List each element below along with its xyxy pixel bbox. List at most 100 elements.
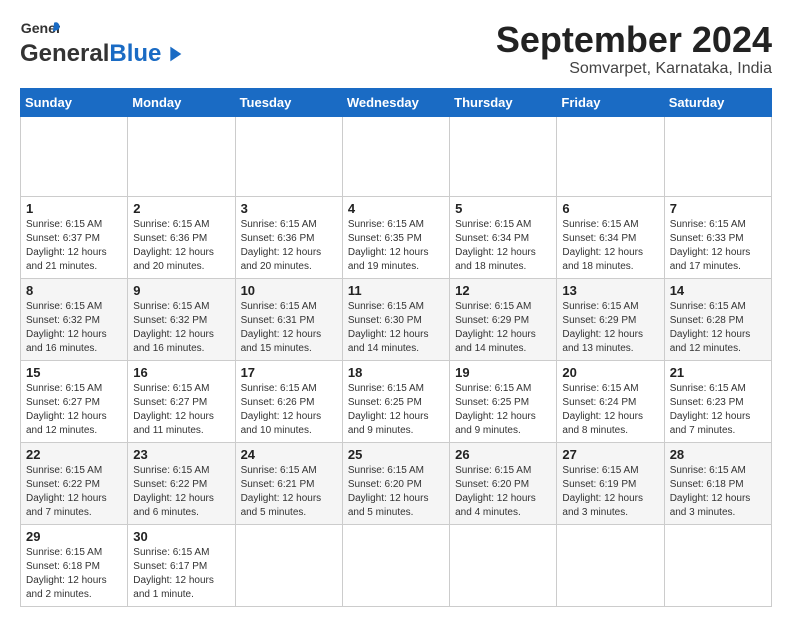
- calendar-cell: 24 Sunrise: 6:15 AMSunset: 6:21 PMDayligh…: [235, 442, 342, 524]
- cell-info: Sunrise: 6:15 AMSunset: 6:18 PMDaylight:…: [670, 464, 766, 520]
- cell-info: Sunrise: 6:15 AMSunset: 6:23 PMDaylight:…: [670, 382, 766, 438]
- cell-info: Sunrise: 6:15 AMSunset: 6:34 PMDaylight:…: [562, 218, 658, 274]
- day-header-monday: Monday: [128, 88, 235, 116]
- day-number: 11: [348, 283, 444, 298]
- day-number: 13: [562, 283, 658, 298]
- day-number: 30: [133, 529, 229, 544]
- calendar-cell: 3 Sunrise: 6:15 AMSunset: 6:36 PMDaylight…: [235, 196, 342, 278]
- cell-info: Sunrise: 6:15 AMSunset: 6:21 PMDaylight:…: [241, 464, 337, 520]
- cell-info: Sunrise: 6:15 AMSunset: 6:37 PMDaylight:…: [26, 218, 122, 274]
- calendar-cell: 26Sunrise: 6:15 AMSunset: 6:20 PMDayligh…: [450, 442, 557, 524]
- logo-icon: General: [20, 20, 60, 38]
- cell-info: Sunrise: 6:15 AMSunset: 6:20 PMDaylight:…: [348, 464, 444, 520]
- calendar-cell: 22 Sunrise: 6:15 AMSunset: 6:22 PMDayligh…: [21, 442, 128, 524]
- calendar-cell: 5Sunrise: 6:15 AMSunset: 6:34 PMDaylight…: [450, 196, 557, 278]
- cell-info: Sunrise: 6:15 AMSunset: 6:32 PMDaylight:…: [26, 300, 122, 356]
- calendar-cell: 8Sunrise: 6:15 AMSunset: 6:32 PMDaylight…: [21, 278, 128, 360]
- page-header: General General Blue September 2024 Somv…: [20, 20, 772, 78]
- calendar-cell: 28 Sunrise: 6:15 AMSunset: 6:18 PMDayligh…: [664, 442, 771, 524]
- day-header-sunday: Sunday: [21, 88, 128, 116]
- calendar-cell: [342, 524, 449, 606]
- day-number: 23: [133, 447, 229, 462]
- day-number: 14: [670, 283, 766, 298]
- calendar-table: SundayMondayTuesdayWednesdayThursdayFrid…: [20, 88, 772, 607]
- day-number: 29: [26, 529, 122, 544]
- day-number: 28: [670, 447, 766, 462]
- cell-info: Sunrise: 6:15 AMSunset: 6:27 PMDaylight:…: [133, 382, 229, 438]
- day-number: 21: [670, 365, 766, 380]
- calendar-cell: [664, 116, 771, 196]
- cell-info: Sunrise: 6:15 AMSunset: 6:29 PMDaylight:…: [562, 300, 658, 356]
- calendar-cell: 25Sunrise: 6:15 AMSunset: 6:20 PMDayligh…: [342, 442, 449, 524]
- day-number: 18: [348, 365, 444, 380]
- calendar-header: SundayMondayTuesdayWednesdayThursdayFrid…: [21, 88, 772, 116]
- logo-general-text: General: [20, 40, 109, 68]
- cell-info: Sunrise: 6:15 AMSunset: 6:36 PMDaylight:…: [241, 218, 337, 274]
- calendar-cell: [664, 524, 771, 606]
- cell-info: Sunrise: 6:15 AMSunset: 6:27 PMDaylight:…: [26, 382, 122, 438]
- day-number: 10: [241, 283, 337, 298]
- logo-arrow-icon: [163, 43, 185, 65]
- day-header-saturday: Saturday: [664, 88, 771, 116]
- month-title: September 2024: [496, 20, 772, 60]
- day-number: 24: [241, 447, 337, 462]
- cell-info: Sunrise: 6:15 AMSunset: 6:34 PMDaylight:…: [455, 218, 551, 274]
- cell-info: Sunrise: 6:15 AMSunset: 6:17 PMDaylight:…: [133, 546, 229, 602]
- logo-blue-text: Blue: [109, 40, 161, 68]
- day-number: 16: [133, 365, 229, 380]
- cell-info: Sunrise: 6:15 AMSunset: 6:35 PMDaylight:…: [348, 218, 444, 274]
- calendar-cell: [450, 524, 557, 606]
- day-header-tuesday: Tuesday: [235, 88, 342, 116]
- day-number: 4: [348, 201, 444, 216]
- cell-info: Sunrise: 6:15 AMSunset: 6:28 PMDaylight:…: [670, 300, 766, 356]
- calendar-cell: 20Sunrise: 6:15 AMSunset: 6:24 PMDayligh…: [557, 360, 664, 442]
- calendar-cell: 7 Sunrise: 6:15 AMSunset: 6:33 PMDaylight…: [664, 196, 771, 278]
- calendar-cell: [235, 524, 342, 606]
- cell-info: Sunrise: 6:15 AMSunset: 6:36 PMDaylight:…: [133, 218, 229, 274]
- day-number: 27: [562, 447, 658, 462]
- day-number: 19: [455, 365, 551, 380]
- calendar-cell: 1 Sunrise: 6:15 AMSunset: 6:37 PMDaylight…: [21, 196, 128, 278]
- day-number: 15: [26, 365, 122, 380]
- day-number: 20: [562, 365, 658, 380]
- cell-info: Sunrise: 6:15 AMSunset: 6:33 PMDaylight:…: [670, 218, 766, 274]
- calendar-cell: 18 Sunrise: 6:15 AMSunset: 6:25 PMDayligh…: [342, 360, 449, 442]
- day-number: 22: [26, 447, 122, 462]
- calendar-cell: [450, 116, 557, 196]
- calendar-cell: 19Sunrise: 6:15 AMSunset: 6:25 PMDayligh…: [450, 360, 557, 442]
- calendar-cell: 11 Sunrise: 6:15 AMSunset: 6:30 PMDayligh…: [342, 278, 449, 360]
- day-header-thursday: Thursday: [450, 88, 557, 116]
- calendar-cell: 12Sunrise: 6:15 AMSunset: 6:29 PMDayligh…: [450, 278, 557, 360]
- calendar-cell: 29 Sunrise: 6:15 AMSunset: 6:18 PMDayligh…: [21, 524, 128, 606]
- calendar-cell: 21 Sunrise: 6:15 AMSunset: 6:23 PMDayligh…: [664, 360, 771, 442]
- calendar-cell: [557, 524, 664, 606]
- day-number: 2: [133, 201, 229, 216]
- calendar-cell: 9Sunrise: 6:15 AMSunset: 6:32 PMDaylight…: [128, 278, 235, 360]
- day-number: 7: [670, 201, 766, 216]
- cell-info: Sunrise: 6:15 AMSunset: 6:22 PMDaylight:…: [133, 464, 229, 520]
- day-number: 12: [455, 283, 551, 298]
- day-number: 3: [241, 201, 337, 216]
- calendar-cell: 6Sunrise: 6:15 AMSunset: 6:34 PMDaylight…: [557, 196, 664, 278]
- calendar-cell: 4 Sunrise: 6:15 AMSunset: 6:35 PMDaylight…: [342, 196, 449, 278]
- calendar-cell: [557, 116, 664, 196]
- day-header-wednesday: Wednesday: [342, 88, 449, 116]
- cell-info: Sunrise: 6:15 AMSunset: 6:22 PMDaylight:…: [26, 464, 122, 520]
- calendar-cell: 2 Sunrise: 6:15 AMSunset: 6:36 PMDaylight…: [128, 196, 235, 278]
- calendar-cell: 27 Sunrise: 6:15 AMSunset: 6:19 PMDayligh…: [557, 442, 664, 524]
- title-block: September 2024 Somvarpet, Karnataka, Ind…: [496, 20, 772, 78]
- cell-info: Sunrise: 6:15 AMSunset: 6:18 PMDaylight:…: [26, 546, 122, 602]
- calendar-cell: [342, 116, 449, 196]
- calendar-cell: [235, 116, 342, 196]
- cell-info: Sunrise: 6:15 AMSunset: 6:19 PMDaylight:…: [562, 464, 658, 520]
- day-number: 1: [26, 201, 122, 216]
- calendar-cell: 17Sunrise: 6:15 AMSunset: 6:26 PMDayligh…: [235, 360, 342, 442]
- calendar-cell: [128, 116, 235, 196]
- cell-info: Sunrise: 6:15 AMSunset: 6:30 PMDaylight:…: [348, 300, 444, 356]
- cell-info: Sunrise: 6:15 AMSunset: 6:31 PMDaylight:…: [241, 300, 337, 356]
- calendar-cell: 15 Sunrise: 6:15 AMSunset: 6:27 PMDayligh…: [21, 360, 128, 442]
- calendar-cell: [21, 116, 128, 196]
- location-title: Somvarpet, Karnataka, India: [496, 60, 772, 78]
- day-number: 9: [133, 283, 229, 298]
- cell-info: Sunrise: 6:15 AMSunset: 6:25 PMDaylight:…: [348, 382, 444, 438]
